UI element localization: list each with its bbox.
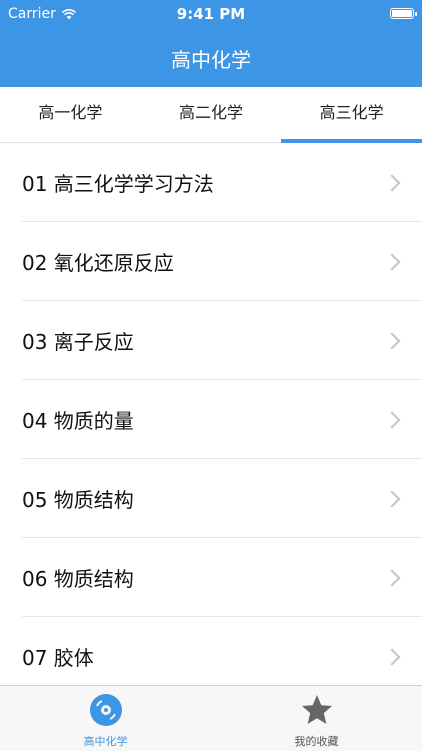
navigation-bar: Carrier 9:41 PM 高中化学 [0, 0, 422, 87]
list-item[interactable]: 05 物质结构 [0, 459, 422, 538]
tabbar-item-chemistry[interactable]: 高中化学 [0, 686, 211, 751]
tab-grade-2[interactable]: 高二化学 [141, 87, 282, 142]
list-item[interactable]: 06 物质结构 [0, 538, 422, 617]
tab-grade-1[interactable]: 高一化学 [0, 87, 141, 142]
list-item-label: 07 胶体 [22, 646, 94, 670]
chevron-right-icon [383, 332, 401, 349]
bottom-tab-bar: 高中化学 我的收藏 [0, 685, 422, 751]
chevron-right-icon [383, 569, 401, 586]
chevron-right-icon [383, 253, 401, 270]
list-item-label: 05 物质结构 [22, 488, 134, 512]
tabbar-label-chemistry: 高中化学 [83, 735, 128, 748]
disc-icon [89, 694, 122, 726]
list-item-label: 04 物质的量 [22, 409, 134, 433]
status-bar: Carrier 9:41 PM [0, 0, 422, 30]
battery-icon [390, 8, 417, 19]
segment-tabs: 高一化学 高二化学 高三化学 [0, 87, 422, 143]
list-item-label: 02 氧化还原反应 [22, 251, 174, 275]
list-item-label: 06 物质结构 [22, 567, 134, 591]
star-icon [301, 695, 332, 724]
tabbar-item-favorites[interactable]: 我的收藏 [211, 686, 422, 751]
tab-grade-3[interactable]: 高三化学 [281, 87, 422, 143]
list-item[interactable]: 04 物质的量 [0, 380, 422, 459]
list-item-label: 03 离子反应 [22, 330, 134, 354]
list-item[interactable]: 03 离子反应 [0, 301, 422, 380]
chevron-right-icon [383, 648, 401, 665]
chevron-right-icon [383, 490, 401, 507]
tabbar-label-favorites: 我的收藏 [294, 735, 339, 748]
chapter-list: 01 高三化学学习方法 02 氧化还原反应 03 离子反应 04 物质的量 05… [0, 143, 422, 685]
list-item-label: 01 高三化学学习方法 [22, 172, 214, 196]
chevron-right-icon [383, 174, 401, 191]
status-time: 9:41 PM [176, 5, 246, 23]
chevron-right-icon [383, 411, 401, 428]
list-item[interactable]: 02 氧化还原反应 [0, 222, 422, 301]
list-item[interactable]: 07 胶体 [0, 617, 422, 685]
list-item[interactable]: 01 高三化学学习方法 [0, 143, 422, 222]
page-title: 高中化学 [171, 48, 251, 72]
